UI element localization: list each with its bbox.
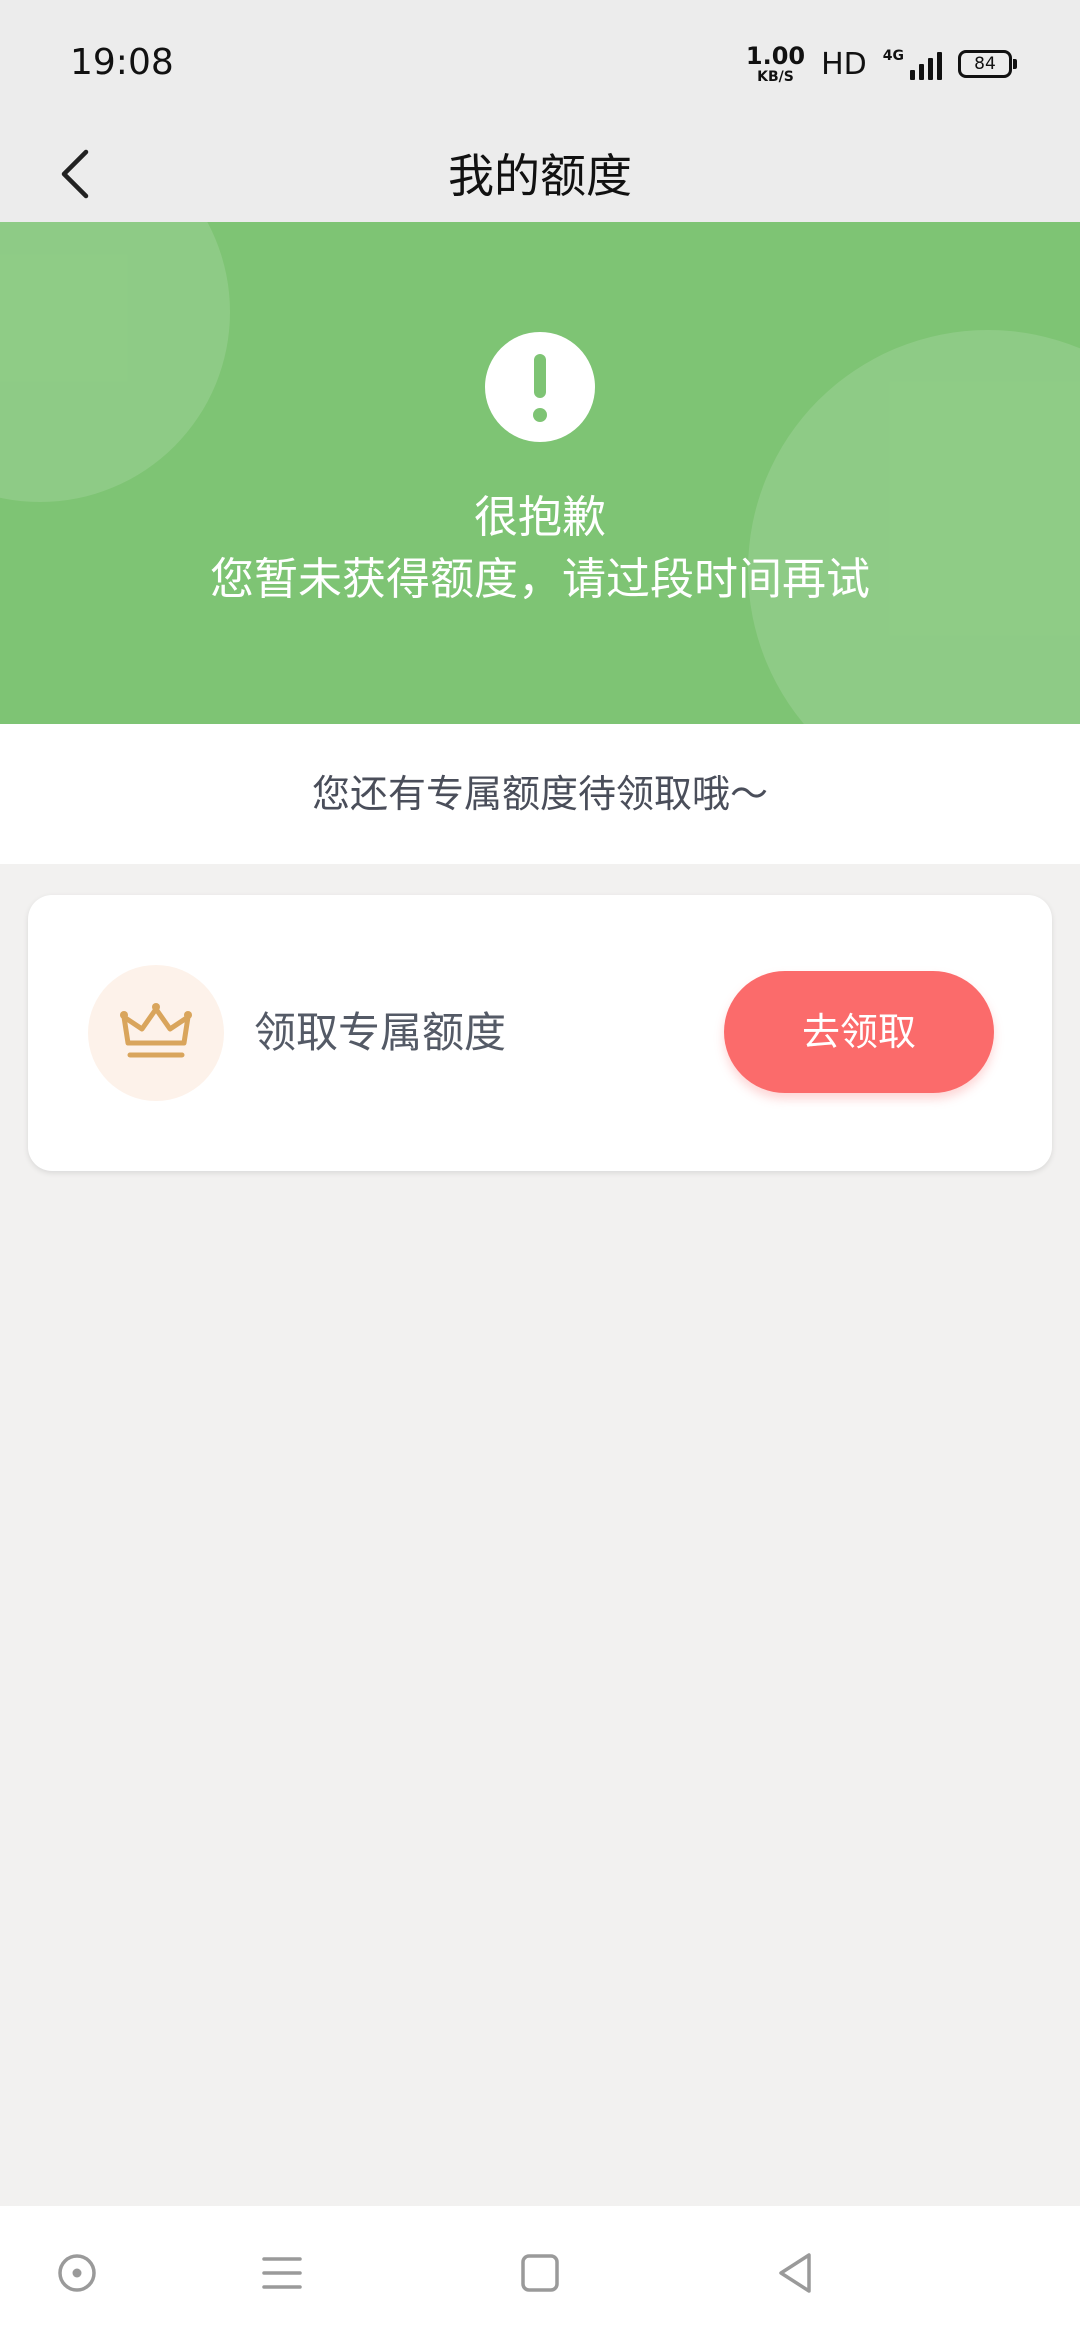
status-bar: 19:08 1.00 KB/S HD 4G 84 [0,0,1080,130]
signal-icon: 4G [883,48,942,80]
exclamation-icon [485,332,595,442]
menu-icon [262,2257,302,2289]
exclusive-quota-card: 领取专属额度 去领取 [28,895,1052,1171]
network-type: 4G [882,48,904,64]
claim-button[interactable]: 去领取 [724,971,994,1093]
pending-notice: 您还有专属额度待领取哦～ [0,724,1080,864]
assistant-button[interactable] [37,2233,117,2313]
hd-indicator: HD [821,46,867,82]
crown-icon [120,1003,192,1058]
battery-icon: 84 [958,50,1017,78]
status-time: 19:08 [70,42,174,83]
network-speed-value: 1.00 [745,42,806,70]
network-speed: 1.00 KB/S [746,44,805,84]
back-nav-button[interactable] [755,2233,835,2313]
offer-label: 领取专属额度 [254,1008,507,1057]
network-speed-unit: KB/S [757,69,794,85]
banner-message: 您暂未获得额度，请过段时间再试 [210,554,870,605]
battery-level: 84 [974,54,996,74]
circle-dot-icon [58,2254,96,2292]
back-triangle-icon [779,2253,811,2293]
back-button[interactable] [50,132,120,216]
decorative-circle [0,222,230,502]
home-button[interactable] [500,2233,580,2313]
pending-text: 您还有专属额度待领取哦～ [311,772,768,816]
status-banner: 很抱歉 您暂未获得额度，请过段时间再试 [0,222,1080,724]
title-bar: 我的额度 [0,130,1080,222]
crown-badge [88,965,224,1101]
page-title: 我的额度 [448,149,632,203]
square-icon [521,2254,559,2292]
menu-button[interactable] [242,2233,322,2313]
chevron-left-icon [61,149,89,199]
system-nav-bar [0,2206,1080,2340]
status-icons: 1.00 KB/S HD 4G 84 [746,44,1017,84]
banner-title: 很抱歉 [474,492,606,543]
